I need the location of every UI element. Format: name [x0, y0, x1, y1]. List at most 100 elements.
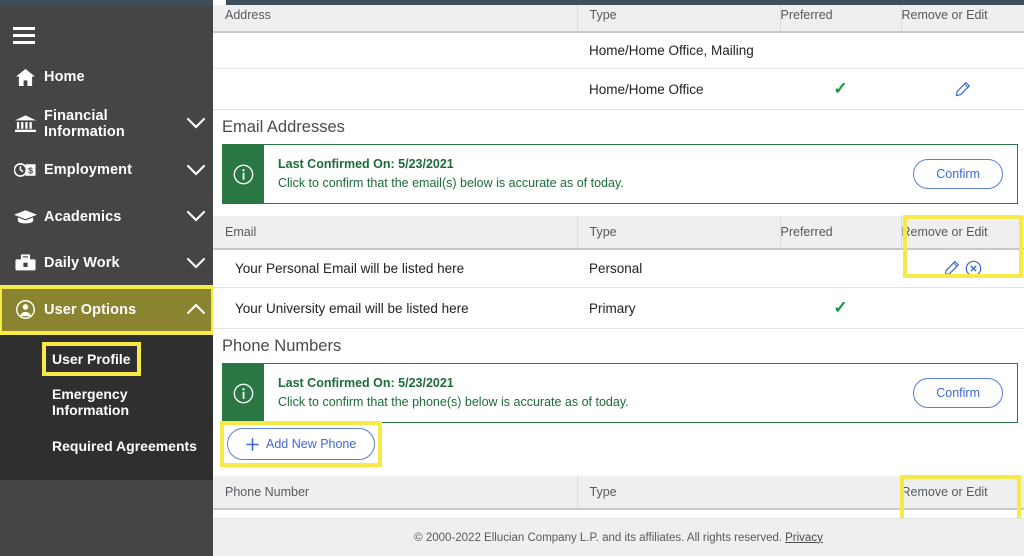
time-money-icon: $ — [6, 162, 44, 178]
table-row: Home/Home Office, Mailing — [213, 32, 1024, 69]
sidebar-item-label: User Options — [44, 302, 179, 318]
column-header-phone-number: Phone Number — [213, 476, 577, 509]
hamburger-bar — [13, 41, 35, 44]
sidebar-item-label: Daily Work — [44, 255, 179, 271]
column-header-address: Address — [213, 5, 577, 32]
sidebar-item-label: Home — [44, 69, 179, 85]
footer: © 2000-2022 Ellucian Company L.P. and it… — [213, 518, 1024, 556]
email-confirm-button[interactable]: Confirm — [913, 159, 1003, 189]
column-header-preferred: Preferred — [780, 5, 901, 32]
email-value: Your University email will be listed her… — [213, 288, 577, 329]
check-icon: ✓ — [833, 298, 847, 317]
plus-icon — [246, 438, 259, 451]
edit-icon[interactable] — [943, 260, 960, 277]
email-type: Primary — [577, 288, 780, 329]
column-header-remove-or-edit: Remove or Edit — [901, 216, 1024, 249]
sidebar-subitem-label: Emergency Information — [46, 381, 213, 423]
sidebar-item-emergency-information[interactable]: Emergency Information — [0, 381, 213, 425]
phone-last-confirmed: Last Confirmed On: 5/23/2021 — [278, 374, 629, 393]
addresses-table-section: Address Type Preferred Remove or Edit Ho… — [213, 5, 1024, 110]
phone-banner-body: Last Confirmed On: 5/23/2021 Click to co… — [264, 364, 1017, 422]
emails-table-section: Email Type Preferred Remove or Edit Your… — [213, 216, 1024, 329]
column-header-remove-or-edit: Remove or Edit — [901, 476, 1024, 509]
sidebar-item-label: Academics — [44, 209, 179, 225]
address-value — [213, 32, 577, 69]
user-profile-page: Home Financial Information — [0, 0, 1024, 556]
add-new-phone-button[interactable]: Add New Phone — [227, 428, 375, 460]
column-header-remove-or-edit: Remove or Edit — [901, 5, 1024, 32]
footer-copyright: © 2000-2022 Ellucian Company L.P. and it… — [414, 532, 782, 544]
address-type: Home/Home Office, Mailing — [577, 32, 780, 69]
add-new-phone-highlight: Add New Phone — [222, 423, 380, 465]
email-last-confirmed: Last Confirmed On: 5/23/2021 — [278, 155, 624, 174]
info-icon — [223, 364, 264, 422]
phone-confirm-button[interactable]: Confirm — [913, 378, 1003, 408]
address-actions — [901, 69, 1024, 110]
emails-table: Email Type Preferred Remove or Edit Your… — [213, 216, 1024, 329]
column-header-type: Type — [577, 216, 780, 249]
addresses-table: Address Type Preferred Remove or Edit Ho… — [213, 5, 1024, 110]
user-icon — [6, 300, 44, 319]
graduation-cap-icon — [6, 209, 44, 225]
email-banner-body: Last Confirmed On: 5/23/2021 Click to co… — [264, 145, 1017, 203]
page-section-title-emails: Email Addresses — [213, 110, 1024, 144]
sidebar-item-label: Financial Information — [44, 108, 179, 140]
home-icon — [6, 69, 44, 86]
add-new-phone-label: Add New Phone — [266, 437, 356, 451]
sidebar-item-user-profile[interactable]: User Profile — [0, 337, 213, 381]
sidebar-item-academics[interactable]: Academics — [0, 194, 213, 241]
column-header-type: Type — [577, 5, 780, 32]
email-actions — [901, 288, 1024, 329]
hamburger-icon[interactable] — [4, 18, 44, 52]
address-value — [213, 69, 577, 110]
sidebar-item-label: Employment — [44, 162, 179, 178]
phone-confirm-banner: Last Confirmed On: 5/23/2021 Click to co… — [222, 363, 1018, 423]
chevron-down-icon[interactable] — [179, 165, 213, 176]
chevron-down-icon[interactable] — [179, 118, 213, 129]
page-section-title-phones: Phone Numbers — [213, 329, 1024, 363]
sidebar-subitem-label: Required Agreements — [46, 433, 203, 459]
email-type: Personal — [577, 249, 780, 288]
hamburger-bar — [13, 27, 35, 30]
email-actions — [901, 249, 1024, 288]
address-type: Home/Home Office — [577, 69, 780, 110]
table-row: Your Personal Email will be listed here … — [213, 249, 1024, 288]
email-confirm-banner: Last Confirmed On: 5/23/2021 Click to co… — [222, 144, 1018, 204]
privacy-link[interactable]: Privacy — [785, 532, 823, 544]
sidebar-item-employment[interactable]: $ Employment — [0, 147, 213, 194]
sidebar-item-required-agreements[interactable]: Required Agreements — [0, 424, 213, 468]
edit-icon[interactable] — [954, 81, 971, 98]
sidebar-item-financial-information[interactable]: Financial Information — [0, 101, 213, 148]
remove-icon[interactable] — [965, 260, 982, 277]
column-header-email: Email — [213, 216, 577, 249]
email-confirm-message: Click to confirm that the email(s) below… — [278, 174, 624, 193]
chevron-down-icon[interactable] — [179, 211, 213, 222]
chevron-down-icon[interactable] — [179, 258, 213, 269]
sidebar-item-daily-work[interactable]: Daily Work — [0, 240, 213, 287]
email-preferred — [780, 249, 901, 288]
sidebar-item-user-options[interactable]: User Options — [0, 287, 213, 334]
sidebar-submenu-user-options: User Profile Emergency Information Requi… — [0, 333, 213, 480]
address-preferred — [780, 32, 901, 69]
column-header-preferred: Preferred — [780, 216, 901, 249]
table-row: Home/Home Office ✓ — [213, 69, 1024, 110]
sidebar-item-home[interactable]: Home — [0, 54, 213, 101]
table-header-row: Address Type Preferred Remove or Edit — [213, 5, 1024, 32]
sidebar: Home Financial Information — [0, 5, 213, 556]
sidebar-subitem-label: User Profile — [46, 346, 137, 372]
table-header-row: Email Type Preferred Remove or Edit — [213, 216, 1024, 249]
address-preferred: ✓ — [780, 69, 901, 110]
phone-banner-text: Last Confirmed On: 5/23/2021 Click to co… — [278, 374, 629, 413]
svg-text:$: $ — [28, 166, 33, 176]
sidebar-nav: Home Financial Information — [0, 54, 213, 480]
table-header-row: Phone Number Type Remove or Edit — [213, 476, 1024, 509]
email-value: Your Personal Email will be listed here — [213, 249, 577, 288]
email-preferred: ✓ — [780, 288, 901, 329]
main-content: Address Type Preferred Remove or Edit Ho… — [213, 5, 1024, 556]
check-icon: ✓ — [833, 79, 847, 98]
content-scroll-area: Address Type Preferred Remove or Edit Ho… — [213, 5, 1024, 556]
chevron-up-icon[interactable] — [179, 304, 213, 315]
table-row: Your University email will be listed her… — [213, 288, 1024, 329]
phone-confirm-message: Click to confirm that the phone(s) below… — [278, 393, 629, 412]
hamburger-bar — [13, 34, 35, 37]
